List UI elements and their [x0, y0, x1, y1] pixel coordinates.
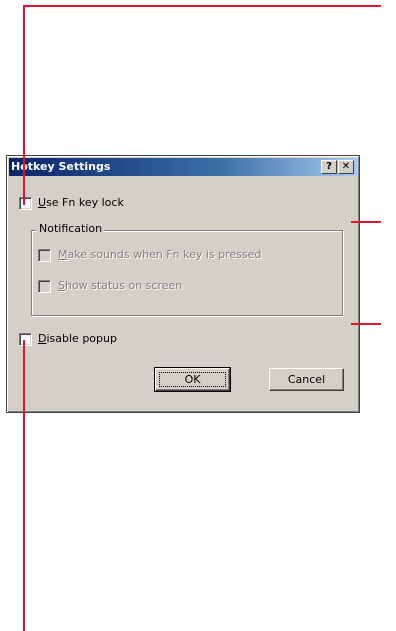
- disable-popup-label[interactable]: Disable popup: [38, 332, 117, 346]
- make-sounds-label: Make sounds when Fn key is pressed: [58, 248, 261, 262]
- ok-button-label: OK: [184, 373, 201, 386]
- show-status-text: how status on screen: [64, 279, 183, 292]
- help-button[interactable]: ?: [321, 160, 337, 174]
- callout-notification-line: [351, 221, 381, 223]
- help-icon: ?: [326, 161, 332, 172]
- dialog-titlebar[interactable]: Hotkey Settings ? ✕: [9, 158, 357, 176]
- notification-group: [31, 230, 343, 316]
- close-button[interactable]: ✕: [338, 160, 354, 174]
- hotkey-settings-dialog: Hotkey Settings ? ✕ Use Fn key lock Noti…: [6, 155, 360, 413]
- notification-group-legend: Notification: [37, 222, 105, 236]
- callout-top-vertical: [23, 5, 25, 205]
- disable-popup-checkbox[interactable]: [19, 333, 32, 346]
- make-sounds-checkbox[interactable]: [38, 249, 51, 262]
- fn-key-lock-checkbox[interactable]: [19, 197, 32, 210]
- show-status-checkbox[interactable]: [38, 280, 51, 293]
- fn-key-lock-mnemonic: U: [38, 196, 47, 209]
- make-sounds-text: ake sounds when Fn key is pressed: [67, 248, 262, 261]
- fn-key-lock-text: se Fn key lock: [46, 196, 124, 209]
- make-sounds-mnemonic: M: [58, 248, 68, 261]
- screenshot-stage: Hotkey Settings ? ✕ Use Fn key lock Noti…: [0, 0, 396, 631]
- ok-button[interactable]: OK: [154, 367, 231, 392]
- show-status-mnemonic: S: [58, 279, 65, 292]
- close-icon: ✕: [341, 161, 351, 172]
- cancel-button-label: Cancel: [287, 373, 326, 386]
- callout-top-horizontal: [23, 5, 381, 7]
- show-status-label: Show status on screen: [58, 279, 182, 293]
- callout-bottom-vertical: [23, 340, 25, 631]
- cancel-button[interactable]: Cancel: [269, 368, 344, 391]
- dialog-title: Hotkey Settings: [11, 160, 111, 173]
- disable-popup-text: isable popup: [46, 332, 117, 345]
- fn-key-lock-label[interactable]: Use Fn key lock: [38, 196, 124, 210]
- callout-disable-line: [351, 323, 381, 325]
